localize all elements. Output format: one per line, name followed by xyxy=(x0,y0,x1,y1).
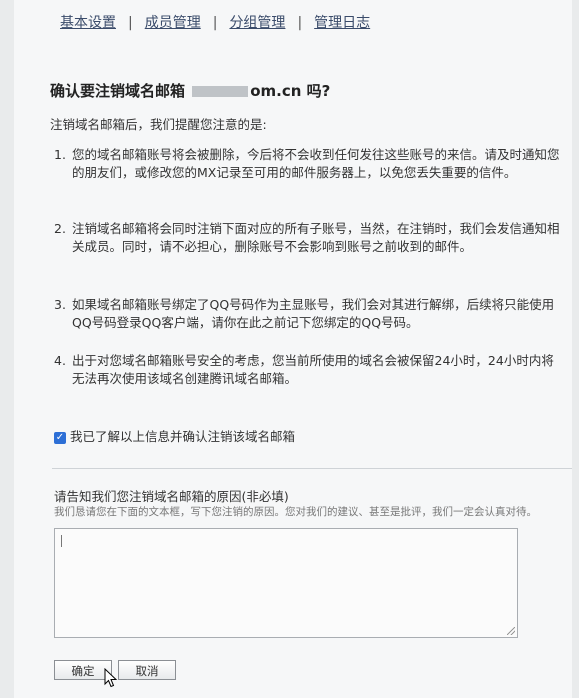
reason-textarea[interactable] xyxy=(54,528,518,638)
top-nav: 基本设置 | 成员管理 | 分组管理 | 管理日志 xyxy=(60,12,370,32)
notice-text: 如果域名邮箱账号绑定了QQ号码作为主显账号，我们会对其进行解绑，后续将只能使用Q… xyxy=(72,297,555,330)
notice-text: 出于对您域名邮箱账号安全的考虑，您当前所使用的域名会被保留24小时，24小时内将… xyxy=(72,353,554,386)
notice-number: 4. xyxy=(54,353,66,368)
resize-grip-icon[interactable] xyxy=(507,627,515,635)
text-caret xyxy=(61,535,62,547)
reason-hint: 我们恳请您在下面的文本框，写下您注销的原因。您对我们的建议、甚至是批评，我们一定… xyxy=(54,506,537,518)
notice-item-1: 1. 您的域名邮箱账号将会被删除，今后将不会收到任何发往这些账号的来信。请及时通… xyxy=(54,146,566,182)
confirm-label[interactable]: 我已了解以上信息并确认注销该域名邮箱 xyxy=(70,429,295,444)
mouse-pointer-icon xyxy=(104,668,118,688)
nav-separator: | xyxy=(212,15,218,31)
reason-title: 请告知我们您注销域名邮箱的原因(非必填) xyxy=(54,489,289,504)
nav-separator: | xyxy=(297,15,303,31)
nav-separator: | xyxy=(128,15,133,31)
divider xyxy=(52,468,572,469)
page-title: 确认要注销域名邮箱 om.cn 吗? xyxy=(50,80,330,101)
confirm-row[interactable]: ✓ 我已了解以上信息并确认注销该域名邮箱 xyxy=(54,426,295,445)
notice-number: 3. xyxy=(54,297,66,312)
cancel-button[interactable]: 取消 xyxy=(118,660,176,680)
nav-admin-log[interactable]: 管理日志 xyxy=(314,15,370,31)
notice-number: 2. xyxy=(54,221,66,236)
confirm-checkbox[interactable]: ✓ xyxy=(54,431,66,444)
redacted-domain xyxy=(192,86,249,97)
title-prefix: 确认要注销域名邮箱 xyxy=(50,82,191,100)
notice-text: 您的域名邮箱账号将会被删除，今后将不会收到任何发往这些账号的来信。请及时通知您的… xyxy=(72,147,560,180)
settings-page: 基本设置 | 成员管理 | 分组管理 | 管理日志 确认要注销域名邮箱 om.cn 吗? 注… xyxy=(14,0,572,698)
intro-text: 注销域名邮箱后，我们提醒您注意的是: xyxy=(50,117,267,132)
nav-group-management[interactable]: 分组管理 xyxy=(229,15,285,31)
notice-number: 1. xyxy=(54,147,66,162)
notice-item-3: 3. 如果域名邮箱账号绑定了QQ号码作为主显账号，我们会对其进行解绑，后续将只能… xyxy=(54,296,566,332)
notice-text: 注销域名邮箱将会同时注销下面对应的所有子账号，当然，在注销时，我们会发信通知相关… xyxy=(72,221,560,254)
title-suffix: om.cn 吗? xyxy=(250,82,331,100)
notice-item-2: 2. 注销域名邮箱将会同时注销下面对应的所有子账号，当然，在注销时，我们会发信通… xyxy=(54,220,566,256)
nav-basic-settings[interactable]: 基本设置 xyxy=(60,15,116,31)
nav-member-management[interactable]: 成员管理 xyxy=(145,15,201,31)
notice-item-4: 4. 出于对您域名邮箱账号安全的考虑，您当前所使用的域名会被保留24小时，24小… xyxy=(54,352,566,388)
